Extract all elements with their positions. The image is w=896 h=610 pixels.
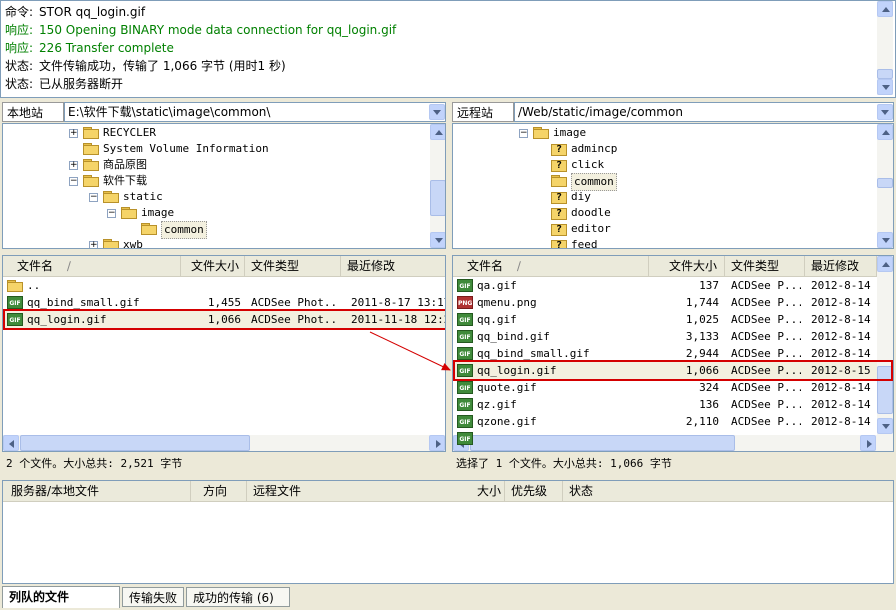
transfer-queue[interactable]: 服务器/本地文件 方向 远程文件 大小 优先级 状态 [2, 480, 894, 584]
queue-col-label: 服务器/本地文件 [11, 484, 100, 498]
arrow-line [369, 331, 451, 371]
tab-label: 列队的文件 [9, 590, 70, 604]
column-header-priority[interactable]: 优先级 [505, 481, 563, 501]
column-header-size[interactable]: 大小 [471, 481, 505, 501]
tab-failed-transfers[interactable]: 传输失败 [122, 587, 184, 607]
column-header-status[interactable]: 状态 [563, 481, 893, 501]
tab-label: 传输失败 [129, 591, 178, 605]
tab-queued-files[interactable]: 列队的文件 [2, 586, 120, 608]
queue-tabs: 列队的文件 传输失败 成功的传输 (6) [0, 586, 896, 610]
queue-header: 服务器/本地文件 方向 远程文件 大小 优先级 状态 [3, 481, 893, 502]
tab-label: 成功的传输 (6) [193, 591, 274, 605]
column-header-remote-file[interactable]: 远程文件 [247, 481, 505, 501]
queue-col-label: 远程文件 [253, 484, 302, 498]
column-header-server-local-file[interactable]: 服务器/本地文件 [3, 481, 191, 501]
queue-col-label: 优先级 [511, 484, 548, 498]
column-header-direction[interactable]: 方向 [191, 481, 247, 501]
tab-successful-transfers[interactable]: 成功的传输 (6) [186, 587, 290, 607]
queue-col-label: 大小 [477, 484, 502, 498]
queue-col-label: 状态 [569, 484, 594, 498]
queue-col-label: 方向 [203, 484, 228, 498]
